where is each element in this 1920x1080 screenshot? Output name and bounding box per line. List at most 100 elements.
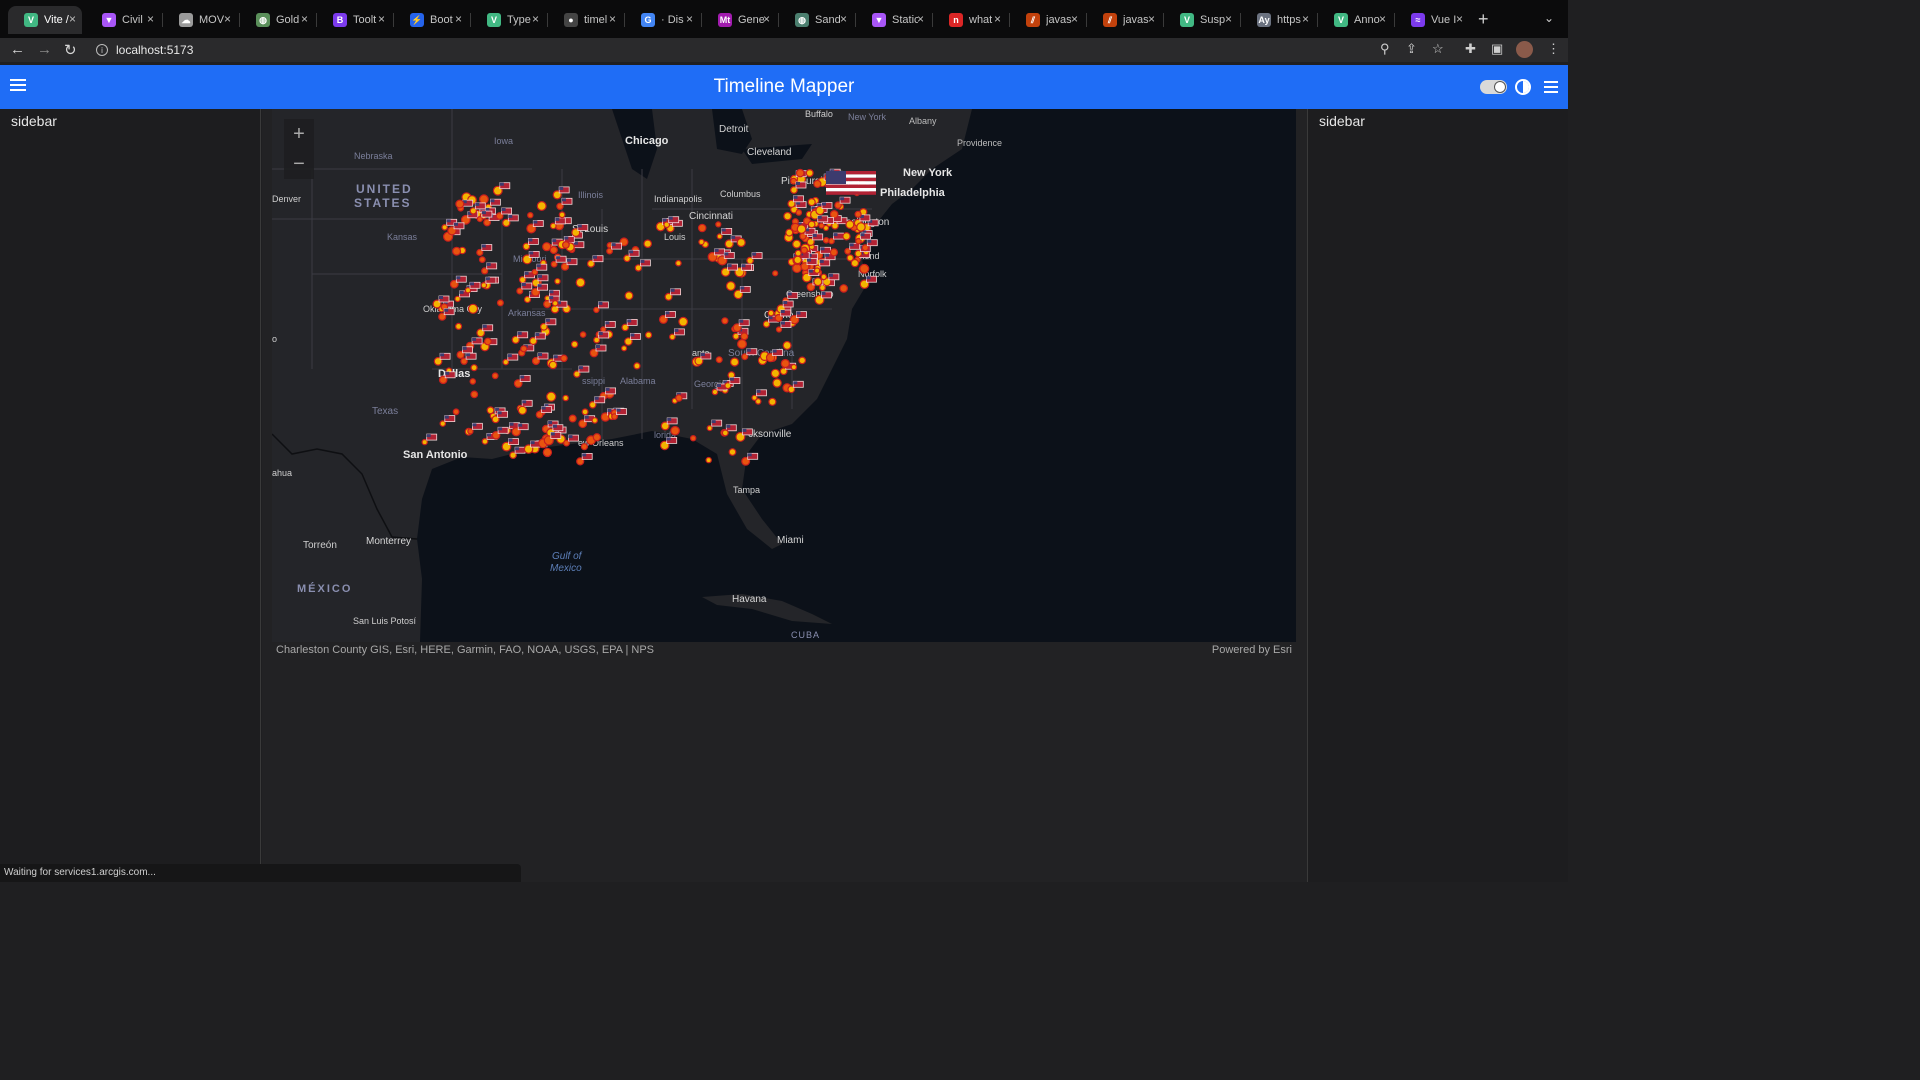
battle-marker[interactable] bbox=[592, 433, 602, 442]
tab-close-icon[interactable]: × bbox=[455, 12, 462, 26]
reload-icon[interactable]: ↻ bbox=[64, 41, 77, 59]
battle-marker[interactable] bbox=[705, 456, 712, 464]
battle-marker[interactable] bbox=[517, 405, 527, 415]
tab-close-icon[interactable]: × bbox=[1071, 12, 1078, 26]
battle-marker[interactable] bbox=[546, 391, 557, 402]
battle-marker[interactable] bbox=[725, 281, 736, 291]
attribution-text[interactable]: Charleston County GIS, Esri, HERE, Garmi… bbox=[276, 644, 654, 656]
battle-marker[interactable] bbox=[580, 443, 588, 451]
battle-marker[interactable] bbox=[805, 168, 814, 177]
browser-tab[interactable]: ⫽ javas × bbox=[1010, 6, 1084, 34]
tab-close-icon[interactable]: × bbox=[994, 12, 1001, 26]
browser-tab[interactable]: ☁ MOV × bbox=[163, 6, 237, 34]
battle-marker[interactable] bbox=[554, 278, 561, 285]
battle-marker[interactable] bbox=[698, 238, 705, 246]
battle-marker[interactable] bbox=[782, 340, 792, 350]
battle-marker[interactable] bbox=[850, 258, 860, 268]
tab-close-icon[interactable]: × bbox=[686, 12, 693, 26]
battle-marker[interactable] bbox=[792, 239, 802, 249]
battle-marker[interactable] bbox=[854, 210, 862, 218]
selected-flag-marker[interactable] bbox=[826, 171, 876, 195]
forward-arrow-icon[interactable]: → bbox=[37, 41, 52, 58]
battle-marker[interactable] bbox=[813, 267, 821, 274]
battle-marker[interactable] bbox=[839, 284, 849, 293]
battle-marker[interactable] bbox=[455, 322, 463, 330]
bookmark-star-icon[interactable]: ☆ bbox=[1432, 41, 1444, 57]
battle-marker[interactable] bbox=[670, 425, 680, 436]
battle-marker[interactable] bbox=[579, 331, 587, 338]
battle-marker[interactable] bbox=[780, 358, 790, 369]
browser-tab[interactable]: V Susp × bbox=[1164, 6, 1238, 34]
battle-marker[interactable] bbox=[562, 240, 570, 249]
battle-marker[interactable] bbox=[568, 414, 577, 423]
battle-marker[interactable] bbox=[798, 356, 807, 365]
browser-tab[interactable]: Ay https × bbox=[1241, 6, 1315, 34]
battle-marker[interactable] bbox=[470, 390, 479, 399]
browser-tab[interactable]: ● timel × bbox=[548, 6, 622, 34]
battle-marker[interactable] bbox=[785, 228, 794, 237]
browser-tab[interactable]: ▼ Civil × bbox=[86, 6, 160, 34]
battle-marker[interactable] bbox=[715, 221, 722, 228]
battle-marker[interactable] bbox=[721, 317, 729, 325]
battle-marker[interactable] bbox=[740, 332, 749, 341]
powered-by-esri[interactable]: Powered by Esri bbox=[1212, 644, 1292, 656]
battle-marker[interactable] bbox=[728, 448, 737, 456]
theme-contrast-icon[interactable] bbox=[1515, 79, 1531, 95]
tab-close-icon[interactable]: × bbox=[609, 12, 616, 26]
zoom-magnifier-icon[interactable]: ⚲ bbox=[1380, 41, 1390, 57]
extensions-puzzle-icon[interactable]: ✚ bbox=[1465, 41, 1476, 57]
browser-tab[interactable]: ≈ Vue I × bbox=[1395, 6, 1469, 34]
battle-marker[interactable] bbox=[643, 239, 653, 249]
battle-marker[interactable] bbox=[807, 197, 816, 207]
battle-marker[interactable] bbox=[829, 209, 839, 219]
browser-tab[interactable]: B Toolt × bbox=[317, 6, 391, 34]
battle-marker[interactable] bbox=[549, 245, 558, 255]
battle-marker[interactable] bbox=[576, 452, 593, 466]
zoom-in-button[interactable]: + bbox=[284, 119, 314, 149]
battle-marker[interactable] bbox=[562, 394, 570, 402]
battle-marker[interactable] bbox=[483, 337, 492, 346]
battle-marker[interactable] bbox=[624, 291, 634, 301]
battle-marker[interactable] bbox=[859, 263, 870, 274]
battle-marker[interactable] bbox=[690, 435, 697, 442]
battle-marker[interactable] bbox=[721, 429, 729, 437]
battle-marker[interactable] bbox=[551, 300, 559, 307]
battle-marker[interactable] bbox=[829, 248, 839, 257]
battle-marker[interactable] bbox=[675, 259, 682, 267]
battle-marker[interactable] bbox=[469, 378, 477, 385]
battle-marker[interactable] bbox=[820, 273, 828, 281]
battle-marker[interactable] bbox=[527, 211, 534, 219]
browser-tab[interactable]: V Anno × bbox=[1318, 6, 1392, 34]
tab-close-icon[interactable]: × bbox=[532, 12, 539, 26]
battle-marker[interactable] bbox=[790, 363, 798, 371]
battle-marker[interactable] bbox=[856, 222, 866, 232]
battle-marker[interactable] bbox=[697, 223, 707, 233]
battle-marker[interactable] bbox=[560, 354, 568, 363]
battle-marker[interactable] bbox=[767, 309, 775, 317]
battle-marker[interactable] bbox=[558, 211, 566, 219]
tab-close-icon[interactable]: × bbox=[1379, 12, 1386, 26]
address-bar[interactable]: i localhost:5173 bbox=[90, 39, 1410, 61]
battle-marker[interactable] bbox=[770, 368, 781, 379]
toggle-switch[interactable] bbox=[1480, 80, 1507, 94]
battle-marker[interactable] bbox=[772, 378, 782, 388]
battle-marker[interactable] bbox=[772, 270, 779, 277]
new-tab-button[interactable]: + bbox=[1478, 9, 1489, 30]
battle-marker[interactable] bbox=[800, 246, 809, 254]
battle-marker[interactable] bbox=[736, 237, 746, 248]
battle-marker[interactable] bbox=[621, 345, 628, 352]
battle-marker[interactable] bbox=[793, 255, 803, 265]
site-info-icon[interactable]: i bbox=[96, 44, 108, 56]
battle-marker[interactable] bbox=[795, 209, 803, 216]
battle-marker[interactable] bbox=[467, 303, 479, 314]
tab-close-icon[interactable]: × bbox=[301, 12, 308, 26]
tab-close-icon[interactable]: × bbox=[1148, 12, 1155, 26]
battle-marker[interactable] bbox=[796, 224, 807, 234]
battle-marker[interactable] bbox=[794, 249, 802, 257]
battle-marker[interactable] bbox=[575, 277, 586, 288]
battle-marker[interactable] bbox=[822, 237, 830, 244]
battle-marker[interactable] bbox=[678, 316, 689, 327]
tab-close-icon[interactable]: × bbox=[917, 12, 924, 26]
battle-marker[interactable] bbox=[813, 179, 822, 189]
tab-close-icon[interactable]: × bbox=[763, 12, 770, 26]
